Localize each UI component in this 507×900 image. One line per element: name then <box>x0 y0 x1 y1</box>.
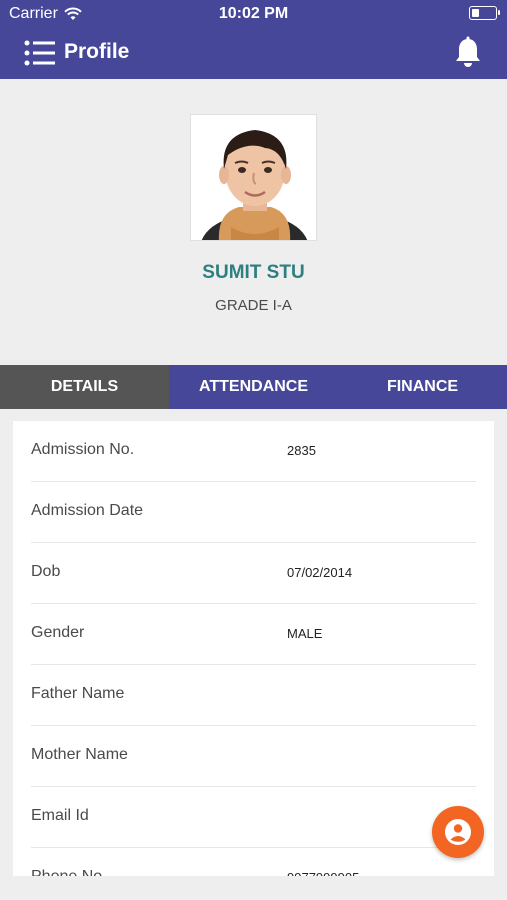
detail-value: MALE <box>287 626 323 641</box>
menu-button[interactable] <box>24 40 56 66</box>
account-fab-button[interactable] <box>432 806 484 858</box>
status-bar: Carrier 10:02 PM <box>0 0 507 28</box>
tab-finance[interactable]: FINANCE <box>338 365 507 409</box>
detail-row-admission-date: Admission Date <box>31 482 476 543</box>
battery-level <box>472 9 479 17</box>
detail-label: Gender <box>31 624 85 641</box>
detail-row-phone-no: Phone No 9977999905 <box>31 848 476 876</box>
detail-label: Admission Date <box>31 502 144 519</box>
notification-button[interactable] <box>453 36 483 70</box>
page-title: Profile <box>64 40 130 63</box>
menu-list-icon <box>24 40 55 66</box>
detail-row-dob: Dob 07/02/2014 <box>31 543 476 604</box>
student-name: SUMIT STU <box>202 262 305 283</box>
detail-value: 07/02/2014 <box>287 565 353 580</box>
student-grade: GRADE I-A <box>215 297 292 314</box>
detail-label: Dob <box>31 563 61 580</box>
detail-label: Email Id <box>31 807 89 824</box>
details-card: Admission No. 2835 Admission Date Dob 07… <box>13 421 494 876</box>
detail-row-admission-no: Admission No. 2835 <box>31 421 476 482</box>
detail-row-email-id: Email Id <box>31 787 476 848</box>
user-account-icon <box>445 819 471 845</box>
detail-label: Admission No. <box>31 441 135 458</box>
detail-row-mother-name: Mother Name <box>31 726 476 787</box>
student-portrait-image <box>191 115 316 240</box>
detail-value: 2835 <box>287 443 316 458</box>
student-photo <box>190 114 317 241</box>
detail-label: Phone No <box>31 868 102 876</box>
profile-tabs: DETAILS ATTENDANCE FINANCE <box>0 365 507 409</box>
tab-attendance[interactable]: ATTENDANCE <box>169 365 338 409</box>
detail-row-father-name: Father Name <box>31 665 476 726</box>
detail-label: Father Name <box>31 685 125 702</box>
status-time: 10:02 PM <box>218 5 289 22</box>
detail-label: Mother Name <box>31 746 128 763</box>
detail-value: 9977999905 <box>287 870 359 876</box>
battery-icon <box>469 6 500 20</box>
app-bar: Profile <box>0 28 507 79</box>
tab-details[interactable]: DETAILS <box>0 365 169 409</box>
bell-icon <box>456 36 480 67</box>
profile-screen: Carrier 10:02 PM Profile SUMIT STU GRADE… <box>0 0 507 900</box>
detail-row-gender: Gender MALE <box>31 604 476 665</box>
